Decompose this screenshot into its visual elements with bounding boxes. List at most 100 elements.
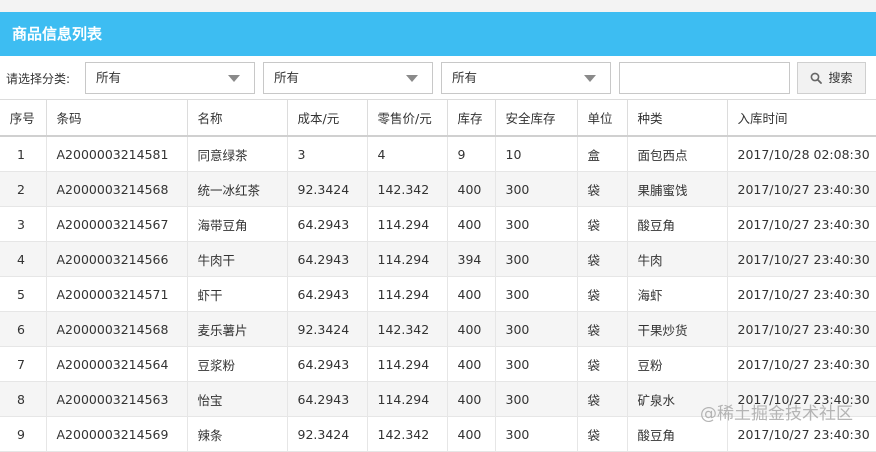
- cell-barcode: A2000003214568: [46, 171, 188, 207]
- cell-safety-stock: 10: [495, 136, 578, 172]
- search-input[interactable]: [619, 62, 790, 94]
- cell-stock: 400: [447, 311, 496, 347]
- category-select-2-value: 所有: [274, 70, 300, 85]
- category-label: 请选择分类:: [6, 72, 71, 86]
- category-select-1-value: 所有: [96, 70, 122, 85]
- cell-stock-in-time: 2017/10/27 23:40:30: [727, 311, 876, 347]
- cell-safety-stock: 300: [495, 346, 578, 382]
- cell-safety-stock: 300: [495, 171, 578, 207]
- cell-safety-stock: 300: [495, 206, 578, 242]
- cell-index: 1: [0, 136, 47, 172]
- cell-retail-price: 114.294: [367, 206, 448, 242]
- table-row[interactable]: 2 A2000003214568 统一冰红茶 92.3424 142.342 400 300…: [0, 171, 876, 207]
- cell-unit: 袋: [577, 171, 628, 207]
- column-header-safety-stock[interactable]: 安全库存: [495, 100, 578, 137]
- cell-safety-stock: 300: [495, 311, 578, 347]
- cell-unit: 袋: [577, 346, 628, 382]
- cell-barcode: A2000003214581: [46, 136, 188, 172]
- table-row[interactable]: 4 A2000003214566 牛肉干 64.2943 114.294 394 300 袋牛…: [0, 241, 876, 277]
- cell-stock: 9: [447, 136, 496, 172]
- cell-stock-in-time: 2017/10/27 23:40:30: [727, 276, 876, 312]
- cell-retail-price: 142.342: [367, 171, 448, 207]
- cell-index: 4: [0, 241, 47, 277]
- cell-name: 牛肉干: [187, 241, 288, 277]
- cell-stock: 400: [447, 416, 496, 452]
- cell-category: 酸豆角: [627, 206, 728, 242]
- column-header-stock[interactable]: 库存: [447, 100, 496, 137]
- cell-category: 豆粉: [627, 346, 728, 382]
- cell-index: 5: [0, 276, 47, 312]
- cell-name: 怡宝: [187, 381, 288, 417]
- cell-safety-stock: 300: [495, 241, 578, 277]
- cell-name: 统一冰红茶: [187, 171, 288, 207]
- cell-stock: 400: [447, 171, 496, 207]
- category-select-1[interactable]: 所有: [85, 62, 255, 94]
- cell-retail-price: 4: [367, 136, 448, 172]
- cell-unit: 盒: [577, 136, 628, 172]
- table-row[interactable]: 5 A2000003214571 虾干 64.2943 114.294 400 300 袋海虾…: [0, 276, 876, 312]
- cell-cost: 64.2943: [287, 381, 368, 417]
- cell-stock: 400: [447, 206, 496, 242]
- category-select-2[interactable]: 所有: [263, 62, 433, 94]
- cell-index: 7: [0, 346, 47, 382]
- cell-stock: 394: [447, 241, 496, 277]
- cell-barcode: A2000003214568: [46, 311, 188, 347]
- chevron-down-icon: [228, 75, 240, 82]
- filter-bar: 请选择分类: 所有 所有 所有 搜索: [0, 56, 876, 100]
- cell-barcode: A2000003214567: [46, 206, 188, 242]
- column-header-index[interactable]: 序号: [0, 100, 47, 137]
- table-row[interactable]: 7 A2000003214564 豆浆粉 64.2943 114.294 400 300 袋豆…: [0, 346, 876, 382]
- cell-cost: 64.2943: [287, 206, 368, 242]
- search-icon: [811, 72, 823, 84]
- column-header-cost[interactable]: 成本/元: [287, 100, 368, 137]
- cell-name: 辣条: [187, 416, 288, 452]
- cell-retail-price: 114.294: [367, 346, 448, 382]
- cell-barcode: A2000003214571: [46, 276, 188, 312]
- cell-retail-price: 142.342: [367, 311, 448, 347]
- column-header-barcode[interactable]: 条码: [46, 100, 188, 137]
- cell-unit: 袋: [577, 381, 628, 417]
- cell-cost: 92.3424: [287, 416, 368, 452]
- cell-unit: 袋: [577, 206, 628, 242]
- cell-index: 9: [0, 416, 47, 452]
- cell-cost: 92.3424: [287, 311, 368, 347]
- cell-category: 海虾: [627, 276, 728, 312]
- column-header-category[interactable]: 种类: [627, 100, 728, 137]
- cell-name: 麦乐薯片: [187, 311, 288, 347]
- top-strip: [0, 0, 876, 12]
- table-row[interactable]: 3 A2000003214567 海带豆角 64.2943 114.294 400 300 袋…: [0, 206, 876, 242]
- search-button[interactable]: 搜索: [797, 62, 866, 94]
- column-header-unit[interactable]: 单位: [577, 100, 628, 137]
- cell-barcode: A2000003214564: [46, 346, 188, 382]
- cell-cost: 92.3424: [287, 171, 368, 207]
- cell-name: 海带豆角: [187, 206, 288, 242]
- column-header-name[interactable]: 名称: [187, 100, 288, 137]
- cell-stock: 400: [447, 381, 496, 417]
- cell-name: 豆浆粉: [187, 346, 288, 382]
- column-header-stock-in-time[interactable]: 入库时间: [727, 100, 876, 137]
- cell-barcode: A2000003214569: [46, 416, 188, 452]
- table-row[interactable]: 6 A2000003214568 麦乐薯片 92.3424 142.342 400 300 袋…: [0, 311, 876, 347]
- category-select-3[interactable]: 所有: [441, 62, 611, 94]
- table-row[interactable]: 1 A2000003214581 同意绿茶 3 4 9 10 盒面包西点 2017/10/28 …: [0, 136, 876, 172]
- cell-name: 同意绿茶: [187, 136, 288, 172]
- cell-barcode: A2000003214563: [46, 381, 188, 417]
- category-select-3-value: 所有: [452, 70, 478, 85]
- cell-retail-price: 114.294: [367, 381, 448, 417]
- page-title: 商品信息列表: [12, 25, 103, 43]
- cell-category: 牛肉: [627, 241, 728, 277]
- cell-index: 8: [0, 381, 47, 417]
- watermark: @稀土掘金技术社区: [700, 404, 853, 424]
- cell-unit: 袋: [577, 276, 628, 312]
- cell-unit: 袋: [577, 241, 628, 277]
- column-header-retail-price[interactable]: 零售价/元: [367, 100, 448, 137]
- cell-cost: 64.2943: [287, 346, 368, 382]
- cell-stock-in-time: 2017/10/27 23:40:30: [727, 206, 876, 242]
- cell-stock-in-time: 2017/10/27 23:40:30: [727, 241, 876, 277]
- cell-safety-stock: 300: [495, 276, 578, 312]
- search-button-label: 搜索: [828, 71, 853, 85]
- cell-index: 3: [0, 206, 47, 242]
- cell-unit: 袋: [577, 311, 628, 347]
- cell-safety-stock: 300: [495, 381, 578, 417]
- cell-stock: 400: [447, 346, 496, 382]
